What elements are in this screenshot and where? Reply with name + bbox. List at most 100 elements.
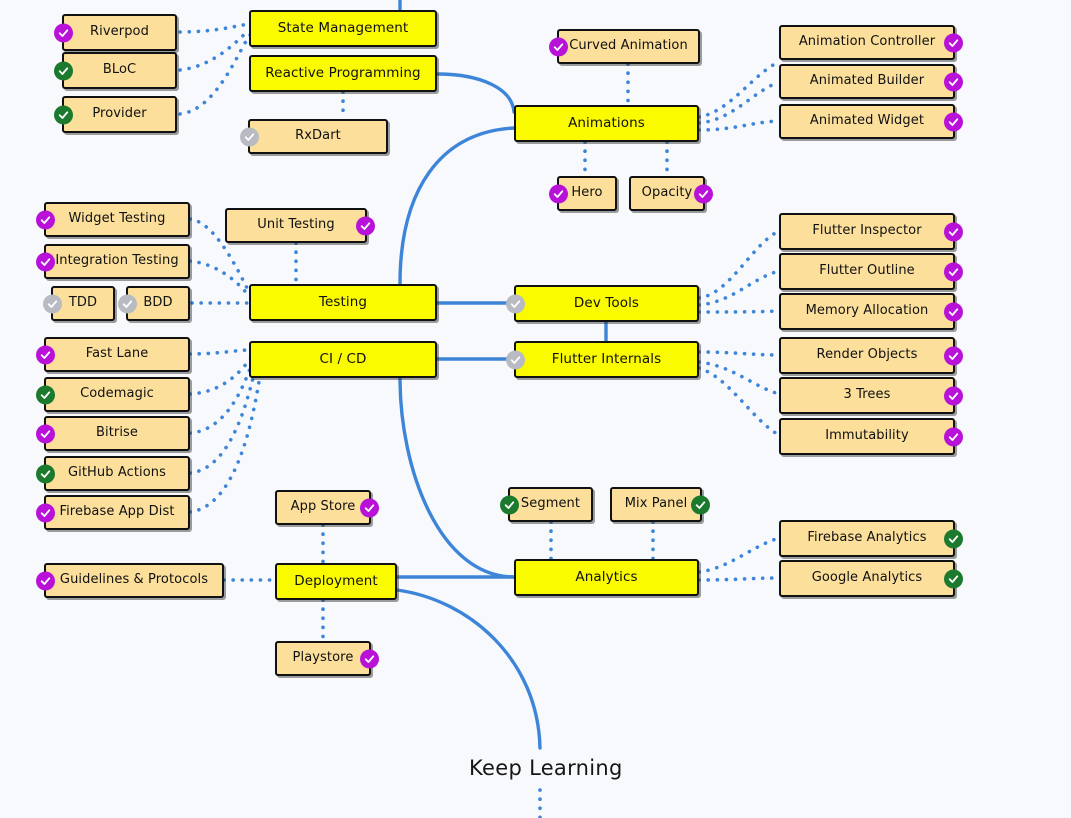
node-label: 3 Trees [843, 387, 891, 403]
node-curved-animation[interactable]: Curved Animation [549, 29, 700, 64]
node-animated-widget[interactable]: Animated Widget [779, 104, 963, 139]
node-label: Animation Controller [798, 34, 936, 50]
node-flutter-outline[interactable]: Flutter Outline [779, 253, 963, 290]
node-opacity[interactable]: Opacity [629, 176, 713, 211]
status-done-icon [944, 222, 963, 241]
node-reactive-programming[interactable]: Reactive Programming [249, 55, 437, 92]
status-pending-icon [43, 294, 62, 313]
node-codemagic[interactable]: Codemagic [36, 377, 190, 412]
status-done-icon [691, 495, 710, 514]
node-3-trees[interactable]: 3 Trees [779, 377, 963, 414]
status-done-icon [36, 252, 55, 271]
node-immutability[interactable]: Immutability [779, 418, 963, 455]
node-label: Segment [520, 496, 581, 512]
node-label: BLoC [102, 62, 137, 78]
node-label: Deployment [294, 573, 378, 590]
status-done-icon [54, 23, 73, 42]
node-flutter-inspector[interactable]: Flutter Inspector [779, 213, 963, 250]
node-label: Flutter Outline [819, 263, 915, 279]
node-state-management[interactable]: State Management [249, 10, 437, 47]
node-label: Animated Builder [809, 73, 925, 89]
node-label: Reactive Programming [265, 65, 421, 82]
status-done-icon [36, 385, 55, 404]
node-flutter-internals[interactable]: Flutter Internals [506, 341, 699, 378]
node-bloc[interactable]: BLoC [54, 52, 177, 89]
node-label: Flutter Inspector [812, 223, 922, 239]
node-riverpod[interactable]: Riverpod [54, 14, 177, 51]
node-ci-cd[interactable]: CI / CD [249, 341, 437, 378]
status-done-icon [944, 529, 963, 548]
status-done-icon [944, 427, 963, 446]
node-provider[interactable]: Provider [54, 96, 177, 133]
node-label: Firebase App Dist [59, 504, 175, 520]
node-memory-allocation[interactable]: Memory Allocation [779, 293, 963, 330]
node-animated-builder[interactable]: Animated Builder [779, 64, 963, 99]
node-fast-lane[interactable]: Fast Lane [36, 337, 190, 372]
node-rxdart[interactable]: RxDart [240, 119, 388, 154]
status-pending-icon [240, 127, 259, 146]
node-tdd[interactable]: TDD [43, 286, 115, 321]
node-unit-testing[interactable]: Unit Testing [225, 208, 375, 243]
status-done-icon [36, 503, 55, 522]
node-label: BDD [143, 295, 173, 311]
node-deployment[interactable]: Deployment [275, 563, 397, 600]
node-label: Bitrise [95, 425, 139, 441]
status-done-icon [944, 302, 963, 321]
status-done-icon [36, 424, 55, 443]
node-label: Firebase Analytics [807, 530, 927, 546]
status-done-icon [36, 210, 55, 229]
node-label: Analytics [575, 569, 638, 586]
node-label: Render Objects [816, 347, 918, 363]
node-label: Memory Allocation [805, 303, 929, 319]
node-firebase-analytics[interactable]: Firebase Analytics [779, 520, 963, 557]
status-done-icon [36, 345, 55, 364]
node-testing[interactable]: Testing [249, 284, 437, 321]
node-github-actions[interactable]: GitHub Actions [36, 456, 190, 491]
node-segment[interactable]: Segment [500, 487, 593, 522]
link-cicd-analytics [398, 376, 516, 579]
node-guidelines-protocols[interactable]: Guidelines & Protocols [36, 563, 224, 598]
status-done-icon [360, 498, 379, 517]
node-render-objects[interactable]: Render Objects [779, 337, 963, 374]
status-done-icon [500, 495, 519, 514]
node-hero[interactable]: Hero [549, 176, 617, 211]
node-label: Mix Panel [624, 496, 688, 512]
node-label: Testing [318, 294, 368, 311]
node-app-store[interactable]: App Store [275, 490, 379, 525]
node-bdd[interactable]: BDD [118, 286, 190, 321]
node-label: Animations [568, 115, 645, 132]
status-done-icon [944, 262, 963, 281]
node-label: GitHub Actions [67, 465, 167, 481]
node-label: Hero [571, 185, 603, 201]
free-text-keep-learning: Keep Learning [469, 756, 623, 780]
node-analytics[interactable]: Analytics [514, 559, 699, 596]
node-firebase-app-dist[interactable]: Firebase App Dist [36, 495, 190, 530]
node-label: Riverpod [90, 24, 149, 40]
node-mix-panel[interactable]: Mix Panel [610, 487, 710, 522]
node-widget-testing[interactable]: Widget Testing [36, 202, 190, 237]
node-integration-testing[interactable]: Integration Testing [36, 244, 190, 279]
node-google-analytics[interactable]: Google Analytics [779, 560, 963, 597]
node-bitrise[interactable]: Bitrise [36, 416, 190, 451]
node-animations[interactable]: Animations [514, 105, 699, 142]
node-label: Animated Widget [809, 113, 925, 129]
node-label: State Management [277, 20, 409, 37]
status-done-icon [549, 37, 568, 56]
node-label: Curved Animation [569, 38, 688, 54]
status-done-icon [944, 346, 963, 365]
node-label: Dev Tools [573, 295, 640, 312]
node-label: Provider [92, 106, 147, 122]
status-done-icon [944, 72, 963, 91]
node-label: Unit Testing [257, 217, 335, 233]
status-done-icon [36, 464, 55, 483]
node-playstore[interactable]: Playstore [275, 641, 379, 676]
node-label: CI / CD [319, 351, 367, 368]
node-label: Codemagic [80, 386, 154, 402]
status-done-icon [360, 649, 379, 668]
node-label: Opacity [641, 185, 693, 201]
status-done-icon [549, 184, 568, 203]
node-animation-controller[interactable]: Animation Controller [779, 25, 963, 60]
node-label: Flutter Internals [551, 351, 662, 368]
node-label: Immutability [825, 428, 909, 444]
node-dev-tools[interactable]: Dev Tools [506, 285, 699, 322]
